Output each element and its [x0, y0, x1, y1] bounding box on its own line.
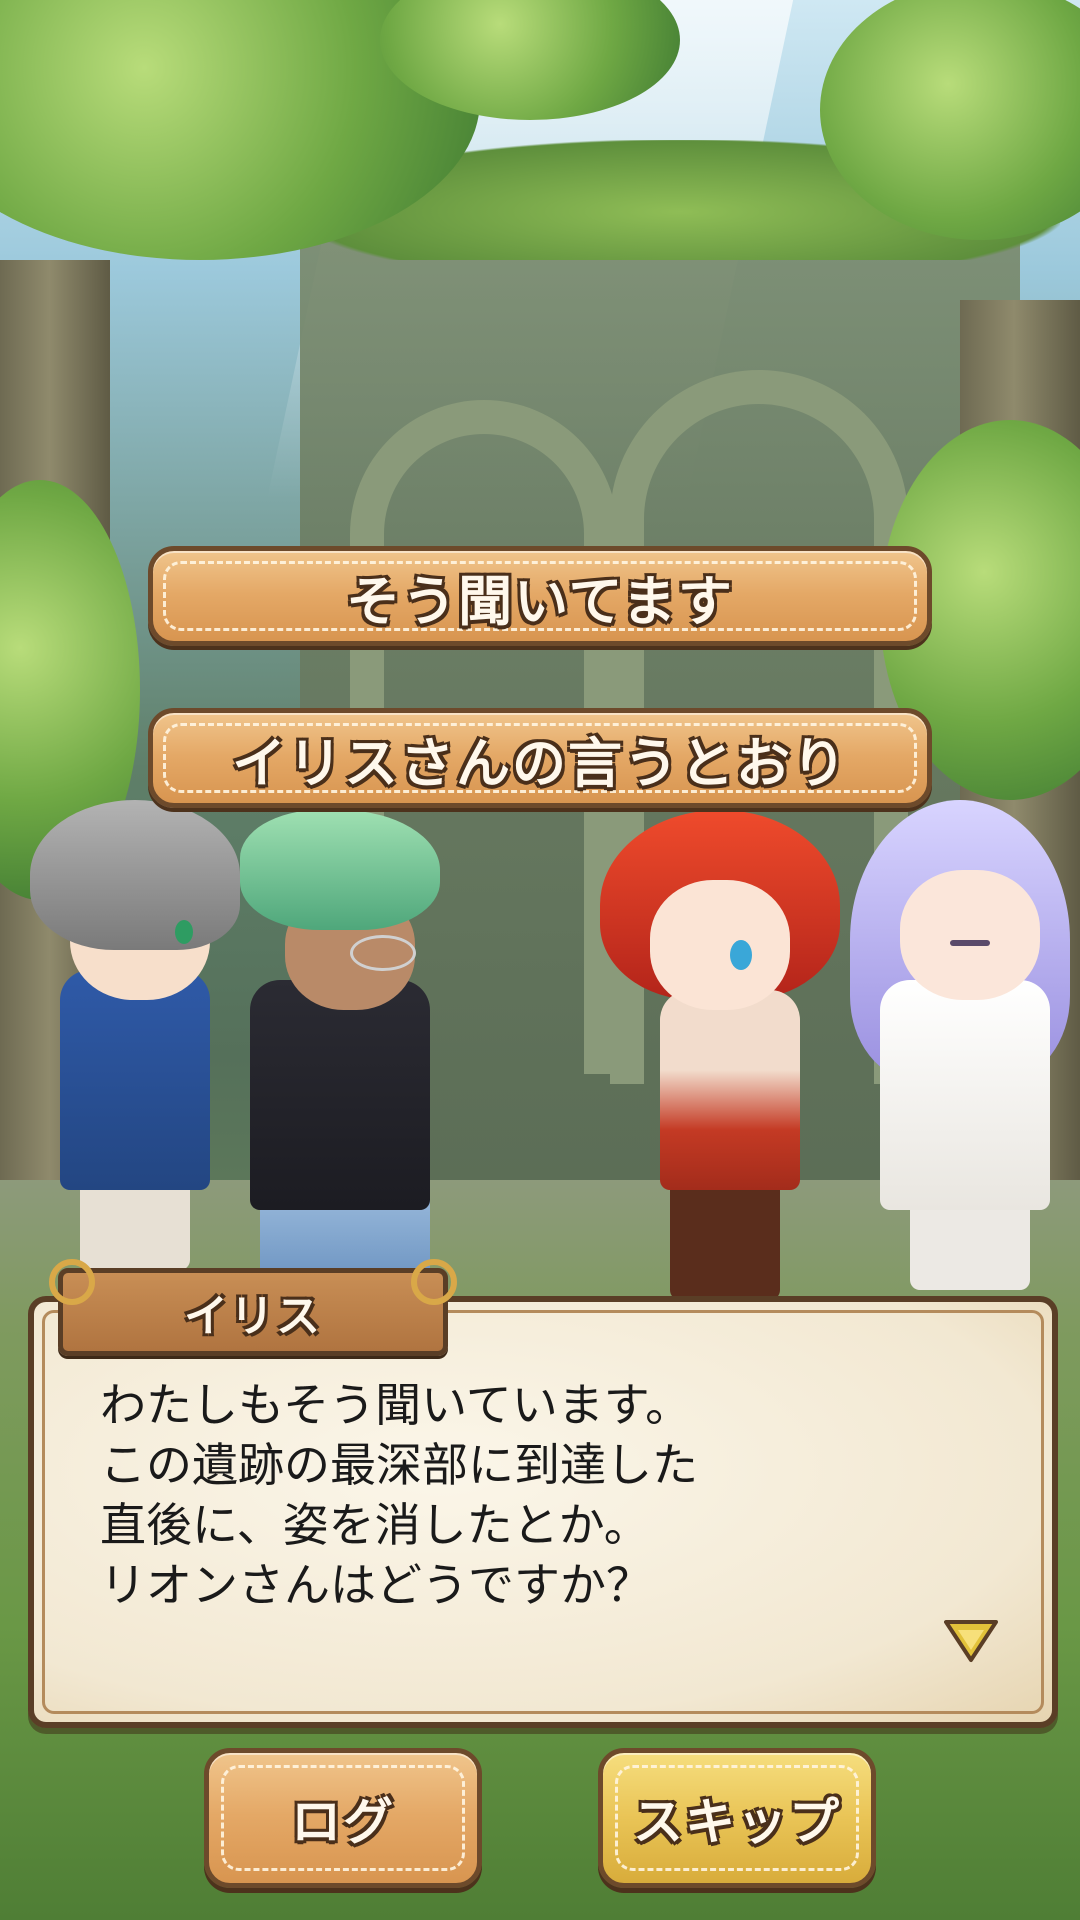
dialog-line: この遺跡の最深部に到達した — [100, 1438, 698, 1492]
choice-button-2[interactable]: イリスさんの言うとおり — [148, 708, 932, 808]
choice-label: イリスさんの言うとおり — [232, 731, 848, 795]
chevron-down-icon[interactable] — [944, 1618, 998, 1664]
dialog-text: わたしもそう聞いています。 この遺跡の最深部に到達した 直後に、姿を消したとか。… — [100, 1375, 980, 1615]
choice-button-1[interactable]: そう聞いてます — [148, 546, 932, 646]
character-green-hair — [220, 810, 450, 1280]
skip-button-label: スキップ — [633, 1793, 841, 1851]
character-lavender-hair — [840, 800, 1070, 1300]
dialog-line: わたしもそう聞いています。 — [100, 1378, 692, 1432]
speaker-name: イリス — [184, 1291, 322, 1342]
dialog-line: リオンさんはどうですか？ — [100, 1558, 652, 1612]
choice-label: そう聞いてます — [346, 569, 734, 633]
character-grey-hair — [10, 800, 240, 1270]
dialog-line: 直後に、姿を消したとか。 — [100, 1498, 650, 1552]
character-red-hair — [590, 800, 840, 1300]
log-button[interactable]: ログ — [204, 1748, 482, 1888]
log-button-label: ログ — [291, 1793, 395, 1851]
skip-button[interactable]: スキップ — [598, 1748, 876, 1888]
speaker-name-plate: イリス — [49, 1259, 457, 1356]
